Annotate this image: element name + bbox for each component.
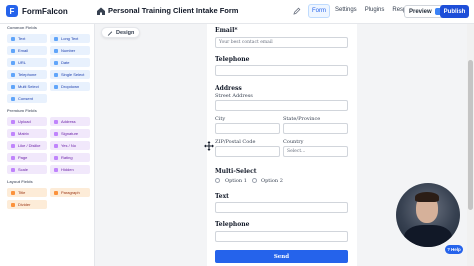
option-2-radio[interactable] — [252, 178, 257, 183]
text-field[interactable] — [215, 202, 348, 213]
field-hidden[interactable]: Hidden — [50, 165, 90, 174]
publish-button[interactable]: Publish — [440, 5, 469, 18]
option-1-label: Option 1 — [225, 178, 247, 184]
tab-form[interactable]: Form — [308, 4, 330, 18]
field-rating[interactable]: Rating — [50, 153, 90, 162]
thumbs-icon — [11, 143, 15, 148]
toggle-icon — [54, 143, 58, 148]
field-long-text[interactable]: Long Text — [50, 34, 90, 43]
field-matrix[interactable]: Matrix — [7, 129, 47, 138]
move-cursor-icon — [204, 141, 214, 151]
preview-label: Preview — [409, 8, 432, 15]
field-url[interactable]: URL — [7, 58, 47, 67]
zip-label: ZIP/Postal Code — [215, 139, 256, 145]
country-select[interactable]: Select... — [283, 146, 348, 157]
checkbox-icon — [11, 84, 15, 89]
number-icon — [54, 48, 58, 53]
help-label: Help — [450, 247, 461, 252]
edit-pencil-icon[interactable] — [293, 7, 301, 15]
field-address[interactable]: Address — [50, 117, 90, 126]
text-icon — [11, 36, 15, 41]
field-divider[interactable]: Divider — [7, 200, 47, 209]
field-dropdown[interactable]: Dropdown — [50, 82, 90, 91]
design-button[interactable]: Design — [101, 27, 141, 38]
help-icon: ? — [447, 247, 450, 252]
telephone-2-field[interactable] — [215, 231, 348, 242]
field-signature[interactable]: Signature — [50, 129, 90, 138]
field-like-dislike[interactable]: Like / Dislike — [7, 141, 47, 150]
field-consent[interactable]: Consent — [7, 94, 47, 103]
link-icon — [11, 60, 15, 65]
telephone-label: Telephone — [215, 56, 250, 63]
field-multi-select[interactable]: Multi Select — [7, 82, 47, 91]
city-label: City — [215, 116, 226, 122]
home-icon[interactable] — [96, 6, 106, 16]
field-date[interactable]: Date — [50, 58, 90, 67]
paragraph-icon — [54, 190, 58, 195]
address-label: Address — [215, 85, 242, 92]
telephone-field[interactable] — [215, 65, 348, 76]
calendar-icon — [54, 60, 58, 65]
signature-icon — [54, 131, 58, 136]
divider-icon — [11, 202, 15, 207]
tab-plugins[interactable]: Plugins — [362, 4, 388, 18]
brush-icon — [107, 30, 113, 36]
country-label: Country — [283, 139, 304, 145]
state-field[interactable] — [283, 123, 348, 134]
radio-icon — [54, 72, 58, 77]
presenter-hair — [415, 192, 439, 202]
top-bar: F FormFalcon Personal Training Client In… — [0, 0, 474, 24]
tab-settings[interactable]: Settings — [332, 4, 360, 18]
grid-icon — [11, 131, 15, 136]
field-paragraph[interactable]: Paragraph — [50, 188, 90, 197]
send-button[interactable]: Send — [215, 250, 348, 263]
field-text[interactable]: Text — [7, 34, 47, 43]
falcon-logo-icon: F — [6, 5, 18, 17]
common-fields-title: Common Fields — [7, 25, 38, 30]
state-label: State/Province — [283, 116, 321, 122]
scrollbar-thumb[interactable] — [468, 60, 473, 210]
email-label: Email* — [215, 27, 238, 34]
phone-icon — [11, 72, 15, 77]
star-icon — [54, 155, 58, 160]
premium-fields-title: Premium Fields — [7, 108, 37, 113]
dropdown-icon — [54, 84, 58, 89]
page-icon — [11, 155, 15, 160]
field-number[interactable]: Number — [50, 46, 90, 55]
field-page[interactable]: Page — [7, 153, 47, 162]
scale-icon — [11, 167, 15, 172]
field-yes-no[interactable]: Yes / No — [50, 141, 90, 150]
option-1-radio[interactable] — [215, 178, 220, 183]
app-name: FormFalcon — [22, 6, 68, 16]
zip-field[interactable] — [215, 146, 280, 157]
shield-icon — [11, 96, 15, 101]
multi-select-label: Multi-Select — [215, 168, 257, 175]
form-title: Personal Training Client Intake Form — [108, 6, 239, 15]
long-text-icon — [54, 36, 58, 41]
email-field[interactable]: Your best contact email — [215, 37, 348, 48]
help-button[interactable]: ? Help — [445, 245, 463, 254]
map-pin-icon — [54, 119, 58, 124]
field-single-select[interactable]: Single Select — [50, 70, 90, 79]
app-logo[interactable]: F FormFalcon — [6, 5, 68, 17]
eye-off-icon — [54, 167, 58, 172]
field-telephone[interactable]: Telephone — [7, 70, 47, 79]
field-email[interactable]: Email — [7, 46, 47, 55]
street-address-field[interactable] — [215, 100, 348, 111]
presenter-body — [404, 225, 452, 247]
telephone-2-label: Telephone — [215, 221, 250, 228]
field-title[interactable]: Title — [7, 188, 47, 197]
street-address-label: Street Address — [215, 93, 253, 99]
design-label: Design — [116, 29, 135, 36]
field-upload[interactable]: Upload — [7, 117, 47, 126]
heading-icon — [11, 190, 15, 195]
email-icon — [11, 48, 15, 53]
layout-fields-title: Layout Fields — [7, 179, 33, 184]
option-2-label: Option 2 — [261, 178, 283, 184]
text-label: Text — [215, 193, 229, 200]
city-field[interactable] — [215, 123, 280, 134]
field-scale[interactable]: Scale — [7, 165, 47, 174]
upload-icon — [11, 119, 15, 124]
webcam-overlay — [396, 183, 460, 247]
